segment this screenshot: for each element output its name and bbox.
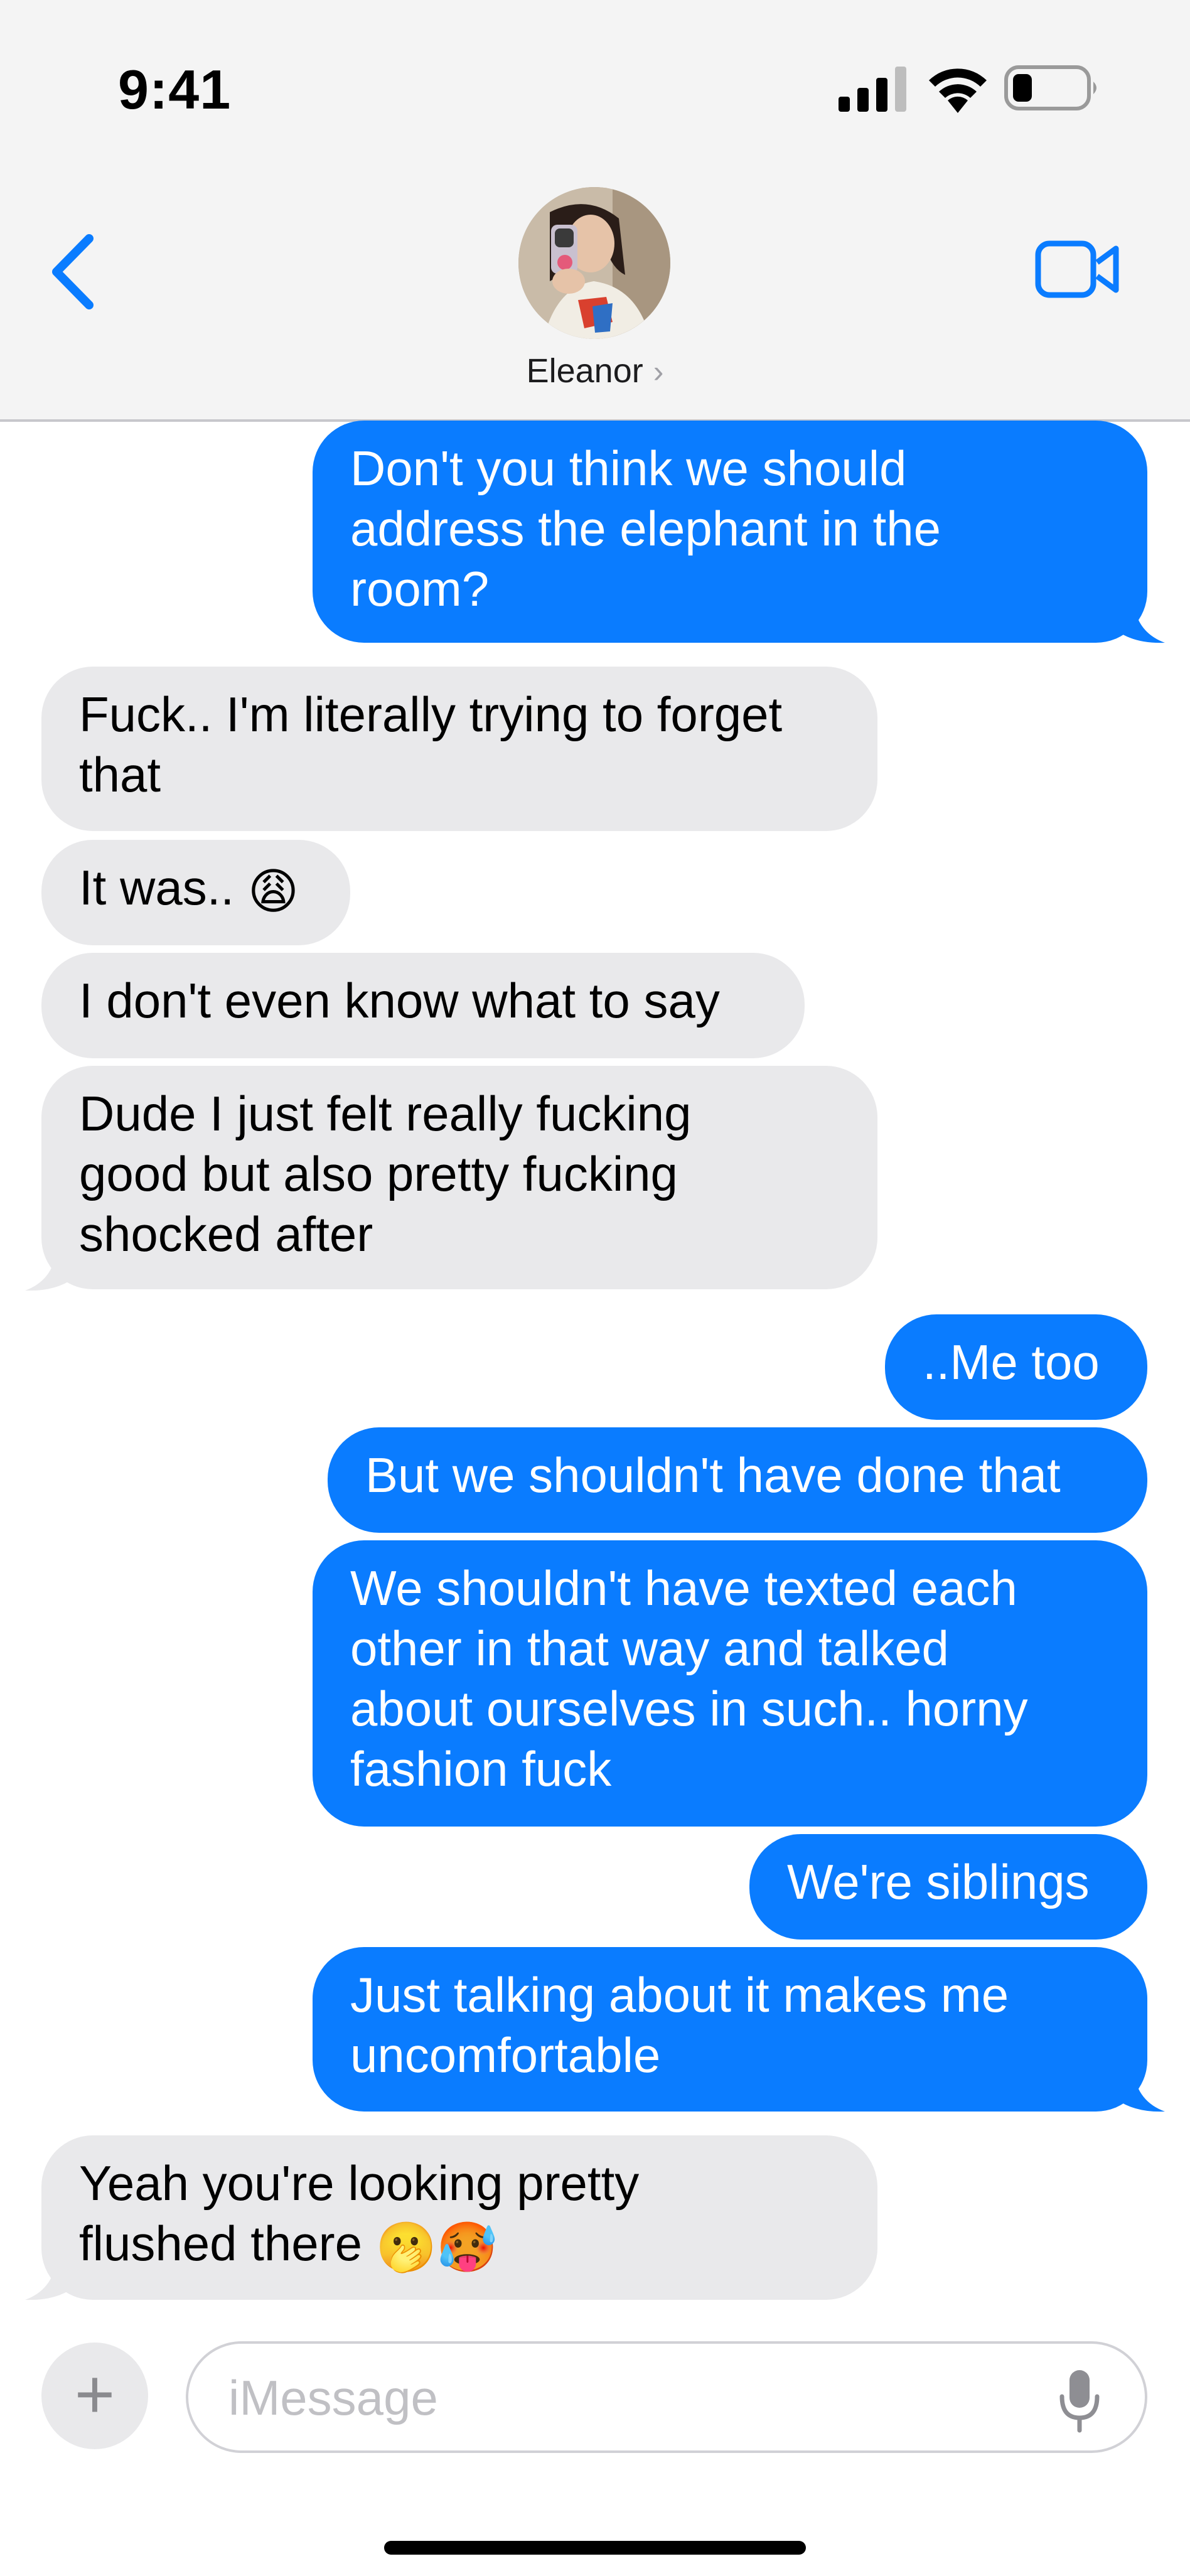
battery-low-icon bbox=[1004, 65, 1096, 110]
message-bubble-sent[interactable]: Just talking about it makes me uncomfort… bbox=[313, 1947, 1147, 2112]
cellular-signal-icon bbox=[839, 67, 906, 112]
contact-avatar[interactable] bbox=[518, 187, 670, 339]
plus-icon: + bbox=[74, 2356, 115, 2433]
message-line: that bbox=[79, 747, 161, 802]
message-line: But we shouldn't have done that bbox=[365, 1447, 1061, 1503]
message-line: good but also pretty fucking bbox=[79, 1146, 678, 1201]
back-button[interactable] bbox=[45, 231, 102, 313]
message-bubble-received[interactable]: Yeah you're looking pretty flushed there… bbox=[41, 2135, 877, 2300]
message-line: room? bbox=[350, 561, 490, 616]
message-line: Dude I just felt really fucking bbox=[79, 1086, 692, 1141]
message-line: shocked after bbox=[79, 1206, 373, 1262]
message-bubble-sent[interactable]: ..Me too bbox=[885, 1314, 1147, 1420]
message-line: Just talking about it makes me bbox=[350, 1967, 1009, 2022]
message-line: address the elephant in the bbox=[350, 501, 941, 556]
bubble-tail bbox=[1116, 2071, 1165, 2112]
microphone-icon[interactable] bbox=[1054, 2366, 1105, 2435]
message-input[interactable] bbox=[227, 2363, 1046, 2433]
bubble-tail bbox=[25, 1250, 74, 1291]
message-bubble-sent[interactable]: We shouldn't have texted each other in t… bbox=[313, 1540, 1147, 1827]
bubble-tail bbox=[25, 2260, 74, 2300]
message-line: fashion fuck bbox=[350, 1741, 612, 1796]
message-bubble-sent[interactable]: But we shouldn't have done that bbox=[328, 1427, 1147, 1533]
message-bubble-received[interactable]: I don't even know what to say bbox=[41, 953, 805, 1058]
video-camera-icon[interactable] bbox=[1034, 235, 1122, 304]
message-bubble-sent[interactable]: Don't you think we should address the el… bbox=[313, 421, 1147, 643]
contact-name: Eleanor bbox=[526, 352, 643, 390]
message-input-container[interactable] bbox=[186, 2341, 1147, 2453]
contact-name-button[interactable]: Eleanor › bbox=[0, 352, 1190, 390]
status-bar: 9:41 bbox=[0, 0, 1190, 163]
message-line: Fuck.. I'm literally trying to forget bbox=[79, 687, 783, 742]
shy-hot-face-emoji: 🫢🥵 bbox=[375, 2219, 498, 2275]
chevron-right-icon: › bbox=[653, 354, 664, 389]
message-composer: + bbox=[0, 2317, 1190, 2576]
message-bubble-received[interactable]: Fuck.. I'm literally trying to forget th… bbox=[41, 667, 877, 831]
message-line: ..Me too bbox=[923, 1334, 1100, 1390]
wifi-icon bbox=[929, 68, 987, 113]
message-line: uncomfortable bbox=[350, 2027, 661, 2083]
message-bubble-received[interactable]: Dude I just felt really fucking good but… bbox=[41, 1066, 877, 1289]
conversation-header: Eleanor › bbox=[0, 163, 1190, 422]
message-bubble-received[interactable]: It was.. 😩 bbox=[41, 840, 350, 945]
message-line: about ourselves in such.. horny bbox=[350, 1681, 1028, 1736]
weary-face-emoji: 😩 bbox=[247, 864, 299, 920]
message-line: other in that way and talked bbox=[350, 1621, 949, 1676]
message-line: Don't you think we should bbox=[350, 441, 907, 496]
message-line: We're siblings bbox=[787, 1854, 1090, 1909]
status-time: 9:41 bbox=[118, 58, 232, 121]
message-line: flushed there bbox=[79, 2216, 362, 2271]
message-bubble-sent[interactable]: We're siblings bbox=[749, 1834, 1147, 1940]
home-indicator[interactable] bbox=[384, 2541, 806, 2555]
bubble-tail bbox=[1116, 603, 1165, 643]
message-line: I don't even know what to say bbox=[79, 973, 720, 1028]
message-line: We shouldn't have texted each bbox=[350, 1560, 1017, 1616]
message-line: It was.. bbox=[79, 860, 235, 915]
add-attachment-button[interactable]: + bbox=[41, 2343, 148, 2449]
message-line: Yeah you're looking pretty bbox=[79, 2155, 640, 2211]
